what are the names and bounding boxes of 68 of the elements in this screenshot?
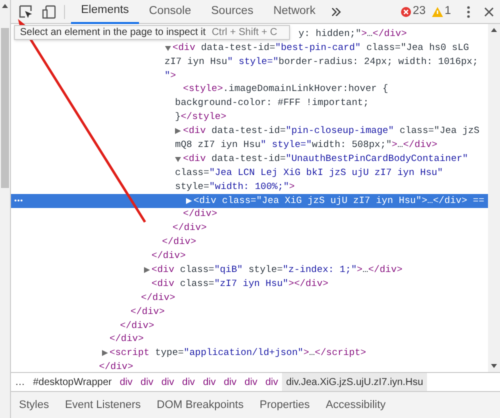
panel-tab[interactable]: Console	[138, 0, 202, 24]
code-line: </div>	[120, 318, 154, 333]
page-scrollbar[interactable]	[0, 0, 10, 418]
code-line: <style>.imageDomainLinkHover:hover {	[183, 82, 388, 96]
breadcrumb-item[interactable]: div	[178, 373, 199, 391]
sidebar-tab[interactable]: Accessibility	[318, 392, 394, 418]
collapsed-triangle-icon[interactable]	[186, 198, 192, 204]
code-line: }</style>	[175, 110, 226, 124]
breadcrumb-item[interactable]: div	[136, 373, 158, 391]
breadcrumb-item[interactable]: …	[11, 373, 29, 391]
code-line: <div data-test-id="UnauthBestPinCardBodyContainer"	[183, 152, 468, 166]
error-count[interactable]: 23	[412, 2, 426, 20]
collapsed-triangle-icon[interactable]	[102, 350, 108, 356]
code-line: ">	[164, 68, 176, 82]
error-icon[interactable]	[400, 6, 411, 16]
code-line: zI7 iyn Hsu" style="border-radius: 24px; width: 1016px;	[164, 54, 478, 69]
code-line: <div class="qiB" style="z-index: 1;">…</div>	[152, 262, 402, 277]
breadcrumb-item[interactable]: div	[198, 373, 220, 391]
inspect-element-icon[interactable]	[19, 4, 33, 18]
breadcrumb-item[interactable]: div	[157, 373, 178, 391]
code-line: <div data-test-id="pin-closeup-image" class="Jea jzS	[183, 124, 480, 138]
code-line: <script type="application/ld+json">…</script>	[110, 346, 366, 360]
code-line: </div>	[183, 207, 218, 222]
code-line: class="Jea LCN Lej XiG bkI jzS ujU zI7 iyn Hsu"	[175, 166, 443, 180]
code-line: mQ8 zI7 iyn Hsu" style="width: 508px;">…</div>	[175, 138, 438, 152]
tree-scrollbar[interactable]	[488, 24, 500, 372]
code-line: </div>	[110, 332, 144, 346]
selected-row[interactable]: <div class="Jea XiG jzS ujU zI7 iyn Hsu">…</div> ==	[11, 194, 488, 208]
sidebar-tab[interactable]: Styles	[11, 392, 57, 418]
sidebar-tab[interactable]: Properties	[252, 392, 318, 418]
code-line: </div>	[141, 290, 176, 305]
warning-count[interactable]: 1	[444, 2, 451, 20]
code-line: <div class="Jea XiG jzS ujU zI7 iyn Hsu">…</div> ==	[194, 194, 484, 208]
code-line: <div class="zI7 iyn Hsu"></div>	[152, 276, 328, 291]
sidebar-tab[interactable]: Event Listeners	[56, 392, 149, 418]
breadcrumb-item[interactable]: div	[261, 373, 282, 391]
code-line: style="width: 100%;">	[175, 180, 295, 194]
code-line: </div>	[130, 304, 165, 319]
collapsed-triangle-icon[interactable]	[175, 128, 181, 134]
ellipsis-icon[interactable]	[14, 198, 23, 202]
code-line: </div>	[162, 235, 196, 250]
code-line: background-color: #FFF !important;	[175, 96, 369, 110]
code-line: </div>	[99, 360, 134, 372]
scroll-up-icon[interactable]	[491, 28, 497, 32]
breadcrumb-item[interactable]: #desktopWrapper	[29, 373, 116, 391]
sidebar-tab[interactable]: DOM Breakpoints	[148, 392, 252, 418]
panel-tab[interactable]: Sources	[201, 0, 264, 24]
keyboard-shortcut: Ctrl + Shift + C	[212, 26, 278, 40]
code-line: y: hidden;">…</div>	[298, 26, 407, 41]
scroll-up-icon[interactable]	[2, 4, 8, 8]
panel-tab[interactable]: Network	[263, 0, 326, 24]
scrollbar-thumb[interactable]	[1, 28, 9, 188]
expanded-triangle-icon[interactable]	[175, 156, 181, 162]
code-line: </div>	[152, 249, 186, 264]
code-line: <div data-test-id="best-pin-card" class="Jea hs0 sLG	[172, 40, 469, 55]
breadcrumb-item[interactable]: div	[220, 373, 241, 391]
close-icon[interactable]	[484, 6, 494, 16]
breadcrumb-item[interactable]: div	[240, 373, 262, 391]
collapsed-triangle-icon[interactable]	[144, 267, 150, 274]
code-line: </div>	[172, 221, 207, 236]
breadcrumb-item[interactable]: div	[116, 373, 137, 391]
device-toolbar-icon[interactable]	[42, 4, 56, 18]
scroll-down-icon[interactable]	[491, 364, 497, 368]
expanded-triangle-icon[interactable]	[164, 44, 170, 51]
more-options-icon[interactable]	[467, 6, 470, 18]
breadcrumb-item[interactable]: div.Jea.XiG.jzS.ujU.zI7.iyn.Hsu	[282, 373, 428, 391]
more-tabs-icon[interactable]	[332, 8, 341, 16]
tooltip-text: Select an element in the page to inspect it	[20, 26, 206, 40]
